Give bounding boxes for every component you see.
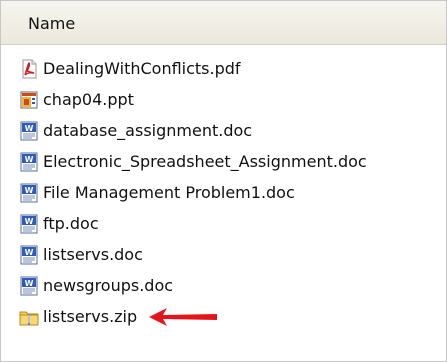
file-name: ftp.doc: [43, 214, 99, 233]
zip-folder-icon: [19, 311, 39, 325]
list-item[interactable]: DealingWithConflicts.pdf: [19, 53, 446, 84]
file-name: listservs.zip: [43, 307, 138, 326]
name-column-header[interactable]: Name: [28, 14, 75, 33]
svg-text:W: W: [25, 279, 34, 288]
file-name: chap04.ppt: [43, 90, 134, 109]
list-item[interactable]: W listservs.doc: [19, 239, 446, 270]
pdf-icon: [22, 59, 37, 78]
file-name: database_assignment.doc: [43, 121, 253, 140]
svg-text:W: W: [25, 217, 34, 226]
file-list-window: Name DealingWithConflicts.pdf chap04.ppt: [0, 0, 447, 362]
file-name: listservs.doc: [43, 245, 143, 264]
svg-text:W: W: [25, 248, 34, 257]
list-item[interactable]: W File Management Problem1.doc: [19, 177, 446, 208]
svg-text:W: W: [25, 124, 34, 133]
file-name: newsgroups.doc: [43, 276, 174, 295]
word-doc-icon: W: [20, 152, 38, 171]
list-item[interactable]: chap04.ppt: [19, 84, 446, 115]
svg-text:W: W: [25, 155, 34, 164]
svg-text:W: W: [25, 186, 34, 195]
file-name: DealingWithConflicts.pdf: [43, 59, 241, 78]
list-item[interactable]: W database_assignment.doc: [19, 115, 446, 146]
ppt-icon: [20, 91, 38, 108]
word-doc-icon: W: [20, 214, 38, 233]
column-header[interactable]: Name: [1, 1, 446, 45]
word-doc-icon: W: [20, 245, 38, 264]
list-item[interactable]: W ftp.doc: [19, 208, 446, 239]
file-name: File Management Problem1.doc: [43, 183, 295, 202]
red-arrow-icon: [149, 307, 218, 326]
file-name: Electronic_Spreadsheet_Assignment.doc: [43, 152, 367, 171]
list-item[interactable]: W newsgroups.doc: [19, 270, 446, 301]
list-item[interactable]: W Electronic_Spreadsheet_Assignment.doc: [19, 146, 446, 177]
file-list: DealingWithConflicts.pdf chap04.ppt W da…: [19, 53, 446, 332]
word-doc-icon: W: [20, 121, 38, 140]
list-item[interactable]: listservs.zip: [19, 301, 446, 332]
word-doc-icon: W: [20, 183, 38, 202]
word-doc-icon: W: [20, 276, 38, 295]
